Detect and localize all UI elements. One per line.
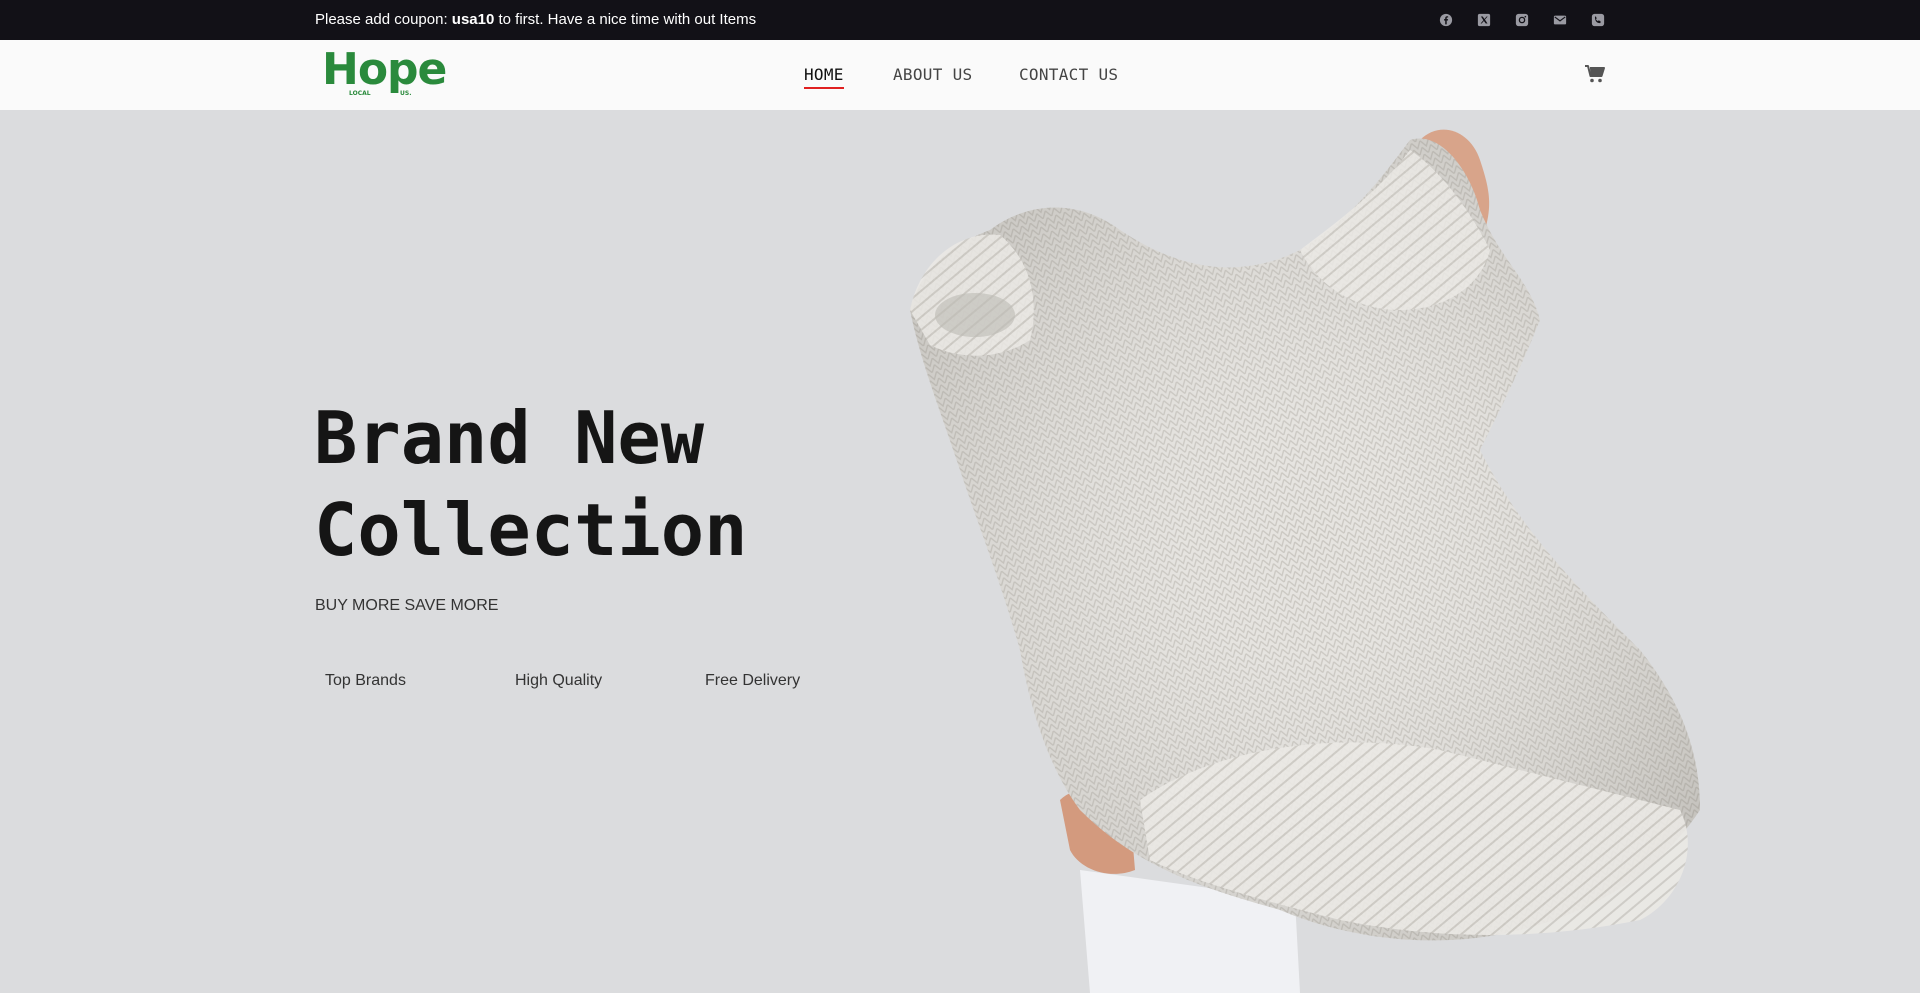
hero-title-line1: Brand New [314,396,705,480]
hero-title: Brand New Collection [314,392,747,576]
instagram-icon[interactable] [1514,12,1530,28]
facebook-icon[interactable] [1438,12,1454,28]
nav-home-label: HOME [804,65,844,84]
nav-about-us[interactable]: ABOUT US [893,65,972,84]
announcement-suffix: to first. Have a nice time with out Item… [494,11,757,28]
feature-free-delivery: Free Delivery [705,672,801,689]
active-underline [804,87,844,89]
feature-top-brands: Top Brands [325,672,406,689]
logo-text: Hope [322,44,447,95]
phone-icon[interactable] [1590,12,1606,28]
announcement-bar: Please add coupon: usa10 to first. Have … [0,0,1920,40]
nav-about-label: ABOUT US [893,65,973,84]
hero-subtitle: BUY MORE SAVE MORE [315,597,499,614]
logo-tagline-right: US. [400,90,412,97]
hero-sweater-image [910,129,1700,993]
email-icon[interactable] [1552,12,1568,28]
logo[interactable]: Hope LOCAL US. [322,44,447,100]
nav-contact-label: CONTACT US [1019,65,1119,84]
coupon-code: usa10 [451,11,495,28]
x-twitter-icon[interactable] [1476,12,1492,28]
hero-title-line2: Collection [314,488,748,572]
nav-contact-us[interactable]: CONTACT US [1019,65,1118,84]
feature-high-quality: High Quality [515,672,603,689]
announcement-text: Please add coupon: usa10 to first. Have … [315,11,756,28]
nav-home[interactable]: HOME [804,65,844,89]
announcement-prefix: Please add coupon: [315,11,452,28]
main-navbar: Hope LOCAL US. HOME ABOUT US CONTACT US [0,40,1920,111]
cart-icon[interactable] [1584,64,1606,84]
logo-tagline-left: LOCAL [349,90,371,97]
hero-section: Brand New Collection BUY MORE SAVE MORE … [0,110,1920,993]
